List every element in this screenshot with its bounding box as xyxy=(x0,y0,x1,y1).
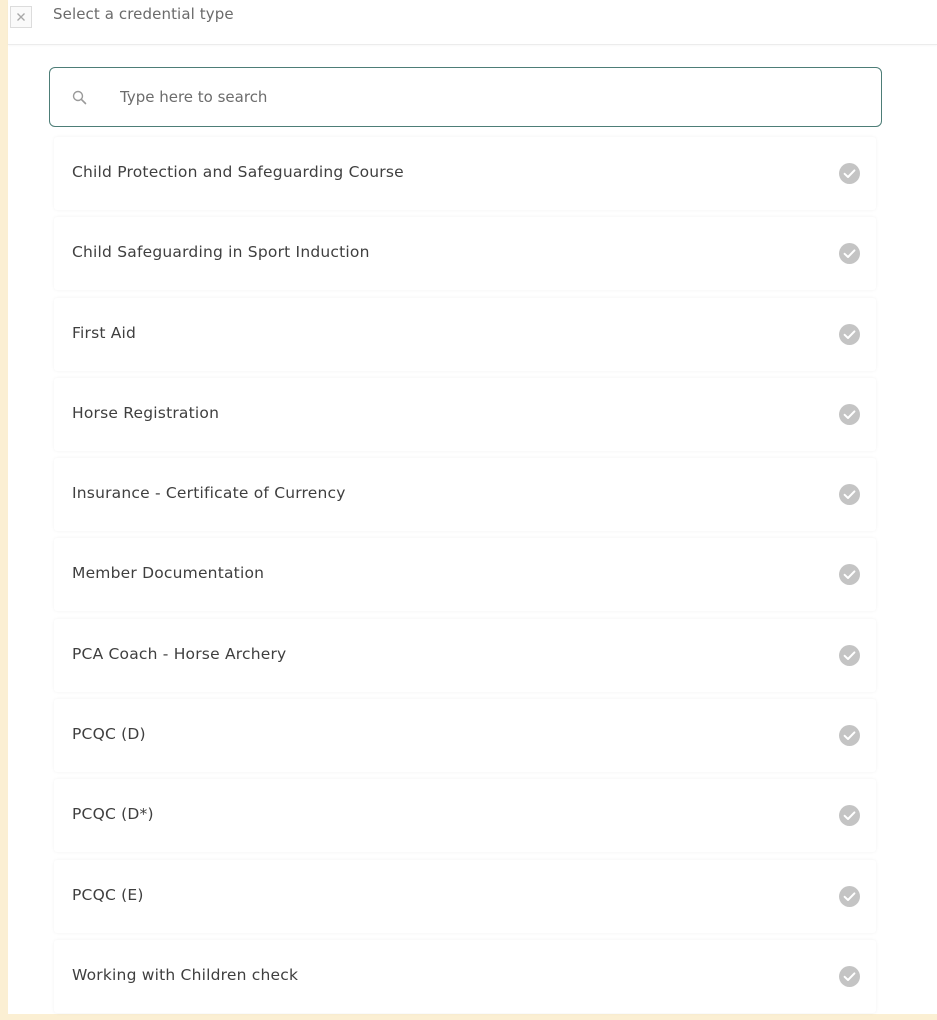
close-icon xyxy=(17,13,25,21)
list-item-label: Insurance - Certificate of Currency xyxy=(72,484,346,503)
check-circle-icon xyxy=(839,243,860,265)
close-button[interactable] xyxy=(10,6,32,28)
list-item-label: Horse Registration xyxy=(72,403,220,422)
list-item-label: PCQC (D) xyxy=(72,725,146,744)
list-item-label: Child Safeguarding in Sport Induction xyxy=(72,243,370,262)
list-item-label: Working with Children check xyxy=(72,965,299,984)
list-item-label: Child Protection and Safeguarding Course xyxy=(72,163,404,181)
credential-type-panel: Select a credential type Child Protectio… xyxy=(8,0,937,1014)
check-circle-icon xyxy=(839,644,860,666)
list-item[interactable]: Horse Registration xyxy=(54,377,876,451)
list-item-label: Member Documentation xyxy=(72,564,265,583)
check-circle-icon xyxy=(839,484,860,506)
list-item[interactable]: Member Documentation xyxy=(54,538,876,612)
check-circle-icon xyxy=(839,564,860,586)
list-item[interactable]: PCQC (D) xyxy=(54,699,876,773)
check-circle-icon xyxy=(839,403,860,425)
list-item[interactable]: Insurance - Certificate of Currency xyxy=(54,458,876,532)
list-item[interactable]: Child Protection and Safeguarding Course xyxy=(54,137,876,210)
check-circle-icon xyxy=(839,163,860,184)
search-icon xyxy=(72,90,87,105)
list-item[interactable]: PCQC (E) xyxy=(54,859,876,933)
list-item[interactable]: PCQC (D*) xyxy=(54,779,876,853)
search-input[interactable] xyxy=(120,80,860,114)
list-item[interactable]: Working with Children check xyxy=(54,939,876,1013)
header: Select a credential type xyxy=(8,0,937,45)
check-circle-icon xyxy=(839,885,860,907)
credential-type-list: Child Protection and Safeguarding Course… xyxy=(54,137,876,1020)
check-circle-icon xyxy=(839,323,860,345)
check-circle-icon xyxy=(839,805,860,827)
page-title: Select a credential type xyxy=(53,5,234,23)
list-item[interactable]: Child Safeguarding in Sport Induction xyxy=(54,217,876,291)
check-circle-icon xyxy=(839,965,860,987)
list-item-label: PCA Coach - Horse Archery xyxy=(72,644,287,663)
list-item-label: First Aid xyxy=(72,323,137,342)
list-item-label: PCQC (E) xyxy=(72,885,144,904)
list-item[interactable]: PCA Coach - Horse Archery xyxy=(54,618,876,692)
search-box[interactable] xyxy=(49,67,882,127)
list-item-label: PCQC (D*) xyxy=(72,805,154,824)
check-circle-icon xyxy=(839,725,860,747)
list-item[interactable]: First Aid xyxy=(54,297,876,371)
